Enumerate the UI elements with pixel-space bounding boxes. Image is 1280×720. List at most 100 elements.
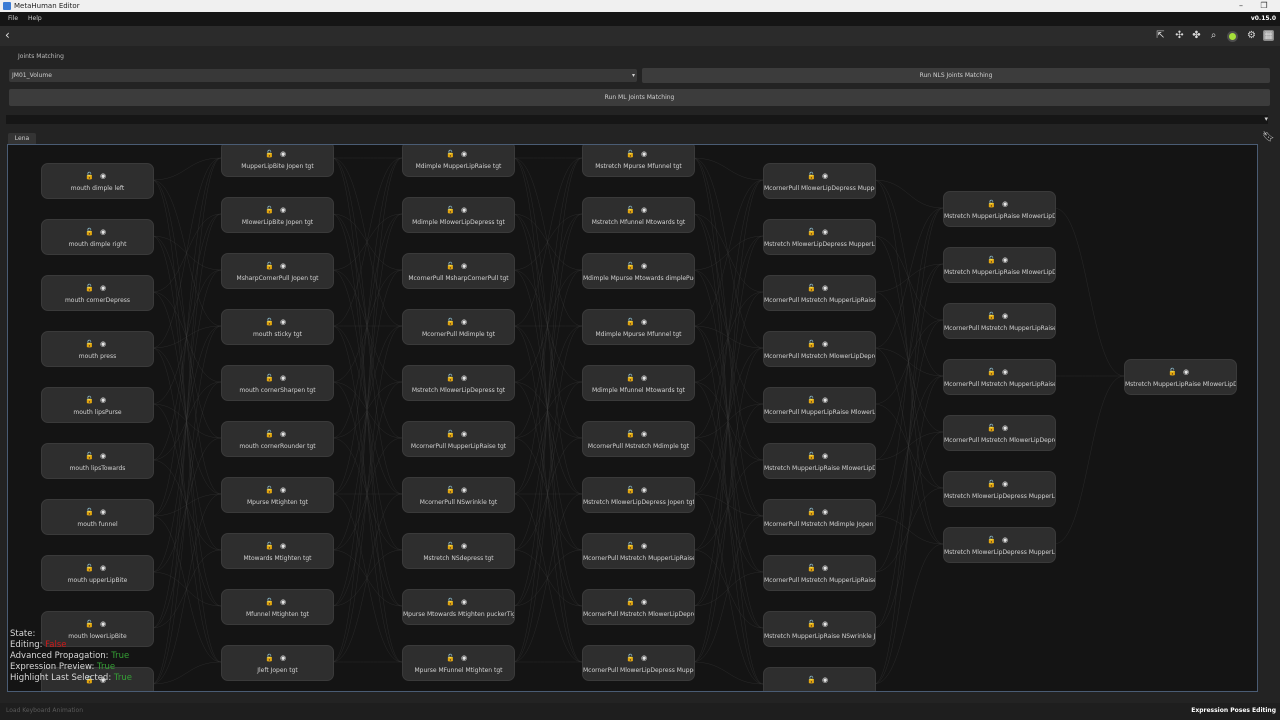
lock-icon[interactable]: 🔓 <box>807 284 816 292</box>
graph-node[interactable]: 🔓 ◉ mouth sticky tgt <box>221 309 334 345</box>
lock-icon[interactable]: 🔓 <box>987 256 996 264</box>
visibility-icon[interactable]: ◉ <box>280 318 288 326</box>
lock-icon[interactable]: 🔓 <box>265 374 274 382</box>
visibility-icon[interactable]: ◉ <box>461 486 469 494</box>
graph-node[interactable]: 🔓 ◉ McornerPull Mstretch MupperLipRaise NS… <box>943 303 1056 339</box>
lock-icon[interactable]: 🔓 <box>626 598 635 606</box>
graph-node[interactable]: 🔓 ◉ mouth dimple right <box>41 219 154 255</box>
graph-node[interactable]: 🔓 ◉ mouth upperLipBite <box>41 555 154 591</box>
visibility-icon[interactable]: ◉ <box>641 654 649 662</box>
joints-matching-dropdown[interactable]: JM01_Volume ▾ <box>9 69 637 82</box>
visibility-icon[interactable]: ◉ <box>822 284 830 292</box>
menu-help[interactable]: Help <box>28 14 42 24</box>
bookmark-icon[interactable]: 🔖︎ <box>1262 132 1275 143</box>
lock-icon[interactable]: 🔓 <box>807 620 816 628</box>
lock-icon[interactable]: 🔓 <box>446 374 455 382</box>
lock-icon[interactable]: 🔓 <box>807 172 816 180</box>
graph-node[interactable]: 🔓 ◉ McornerPull Mstretch MlowerLipDepress … <box>582 589 695 625</box>
visibility-icon[interactable]: ◉ <box>100 620 108 628</box>
visibility-icon[interactable]: ◉ <box>641 486 649 494</box>
visibility-icon[interactable]: ◉ <box>1002 368 1010 376</box>
settings-icon[interactable]: ⚙ <box>1246 30 1257 41</box>
graph-node[interactable]: 🔓 ◉ Mstretch Mpurse Mfunnel tgt <box>582 145 695 177</box>
graph-node[interactable]: 🔓 ◉ mouth lipsTowards <box>41 443 154 479</box>
graph-node[interactable]: 🔓 ◉ mouth press <box>41 331 154 367</box>
lock-icon[interactable]: 🔓 <box>807 228 816 236</box>
visibility-icon[interactable]: ◉ <box>822 676 830 684</box>
visibility-icon[interactable]: ◉ <box>822 452 830 460</box>
graph-node[interactable]: 🔓 ◉ mouth cornerRounder tgt <box>221 421 334 457</box>
lock-icon[interactable]: 🔓 <box>446 542 455 550</box>
graph-node[interactable]: 🔓 ◉ MsharpCornerPull Jopen tgt <box>221 253 334 289</box>
lock-icon[interactable]: 🔓 <box>265 486 274 494</box>
graph-node[interactable]: 🔓 ◉ Mstretch Mfunnel Mtowards tgt <box>582 197 695 233</box>
graph-node[interactable]: 🔓 ◉ Mstretch MupperLipRaise MlowerLipDepre… <box>943 247 1056 283</box>
visibility-icon[interactable]: ◉ <box>641 318 649 326</box>
lock-icon[interactable]: 🔓 <box>987 200 996 208</box>
graph-node[interactable]: 🔓 ◉ McornerPull Mstretch MlowerLipDepress … <box>763 331 876 367</box>
visibility-icon[interactable]: ◉ <box>100 508 108 516</box>
lock-icon[interactable]: 🔓 <box>987 368 996 376</box>
graph-node[interactable]: 🔓 ◉ Mdimple Mfunnel Mtowards tgt <box>582 365 695 401</box>
visibility-icon[interactable]: ◉ <box>100 396 108 404</box>
lock-icon[interactable]: 🔓 <box>626 374 635 382</box>
collapsible-bar[interactable]: ▾ <box>6 115 1268 124</box>
visibility-icon[interactable]: ◉ <box>822 228 830 236</box>
visibility-icon[interactable]: ◉ <box>822 564 830 572</box>
lock-icon[interactable]: 🔓 <box>1168 368 1177 376</box>
visibility-icon[interactable]: ◉ <box>461 598 469 606</box>
visibility-icon[interactable]: ◉ <box>280 374 288 382</box>
lock-icon[interactable]: 🔓 <box>987 536 996 544</box>
lock-icon[interactable]: 🔓 <box>85 228 94 236</box>
visibility-icon[interactable]: ◉ <box>1002 200 1010 208</box>
visibility-icon[interactable]: ◉ <box>822 620 830 628</box>
visibility-icon[interactable]: ◉ <box>461 430 469 438</box>
lock-icon[interactable]: 🔓 <box>446 262 455 270</box>
graph-node[interactable]: 🔓 ◉ Mstretch MlowerLipDepress tgt <box>402 365 515 401</box>
lock-icon[interactable]: 🔓 <box>265 318 274 326</box>
graph-node[interactable]: 🔓 ◉ Mpurse Mtowards Mtighten puckerTighten… <box>402 589 515 625</box>
graph-node[interactable]: 🔓 ◉ Mstretch MupperLipRaise MlowerLipDepre… <box>763 443 876 479</box>
zoom-icon[interactable]: ⌕ <box>1208 30 1219 41</box>
graph-node[interactable]: 🔓 ◉ mouth cornerSharpen tgt <box>221 365 334 401</box>
visibility-icon[interactable]: ◉ <box>641 206 649 214</box>
lock-icon[interactable]: 🔓 <box>807 564 816 572</box>
graph-node[interactable]: 🔓 ◉ Mtowards Mtighten tgt <box>221 533 334 569</box>
back-button[interactable]: ‹ <box>5 29 10 41</box>
lock-icon[interactable]: 🔓 <box>85 396 94 404</box>
lock-icon[interactable]: 🔓 <box>626 150 635 158</box>
graph-node[interactable]: 🔓 ◉ McornerPull NSwrinkle tgt <box>402 477 515 513</box>
visibility-icon[interactable]: ◉ <box>822 508 830 516</box>
lock-icon[interactable]: 🔓 <box>85 340 94 348</box>
graph-node[interactable]: 🔓 ◉ McornerPull MsharpCornerPull tgt <box>402 253 515 289</box>
lock-icon[interactable]: 🔓 <box>446 430 455 438</box>
graph-node[interactable]: 🔓 ◉ mouth funnel <box>41 499 154 535</box>
graph-node[interactable]: 🔓 ◉ MupperLipBite Jopen tgt <box>221 145 334 177</box>
visibility-icon[interactable]: ◉ <box>280 486 288 494</box>
run-nls-joints-matching-button[interactable]: Run NLS Joints Matching <box>642 68 1270 83</box>
graph-node[interactable]: 🔓 ◉ McornerPull Mstretch MupperLipRaise Md… <box>763 275 876 311</box>
lock-icon[interactable]: 🔓 <box>265 430 274 438</box>
lock-icon[interactable]: 🔓 <box>265 654 274 662</box>
visibility-icon[interactable]: ◉ <box>461 318 469 326</box>
visibility-icon[interactable]: ◉ <box>280 430 288 438</box>
lock-icon[interactable]: 🔓 <box>265 206 274 214</box>
lock-icon[interactable]: 🔓 <box>626 262 635 270</box>
graph-node[interactable]: 🔓 ◉ Mstretch MlowerLipDepress MupperLipRai… <box>943 527 1056 563</box>
visibility-icon[interactable]: ◉ <box>100 284 108 292</box>
graph-node[interactable]: 🔓 ◉ Mdimple MlowerLipDepress tgt <box>402 197 515 233</box>
lock-icon[interactable]: 🔓 <box>85 620 94 628</box>
lock-icon[interactable]: 🔓 <box>446 654 455 662</box>
lock-icon[interactable]: 🔓 <box>446 150 455 158</box>
graph-node[interactable]: 🔓 ◉ Mstretch NSdepress tgt <box>402 533 515 569</box>
layout-icon[interactable]: ▦ <box>1263 30 1274 41</box>
visibility-icon[interactable]: ◉ <box>1002 536 1010 544</box>
graph-node[interactable]: 🔓 ◉ mouth lipsPurse <box>41 387 154 423</box>
lock-icon[interactable]: 🔓 <box>626 318 635 326</box>
lock-icon[interactable]: 🔓 <box>987 480 996 488</box>
lock-icon[interactable]: 🔓 <box>85 452 94 460</box>
visibility-icon[interactable]: ◉ <box>280 150 288 158</box>
visibility-icon[interactable]: ◉ <box>641 150 649 158</box>
graph-canvas[interactable]: 🔓 ◉ mouth dimple left 🔓 ◉ mouth dimple right 🔓… <box>7 144 1258 692</box>
add-joint-icon[interactable]: ✣ <box>1174 30 1185 41</box>
